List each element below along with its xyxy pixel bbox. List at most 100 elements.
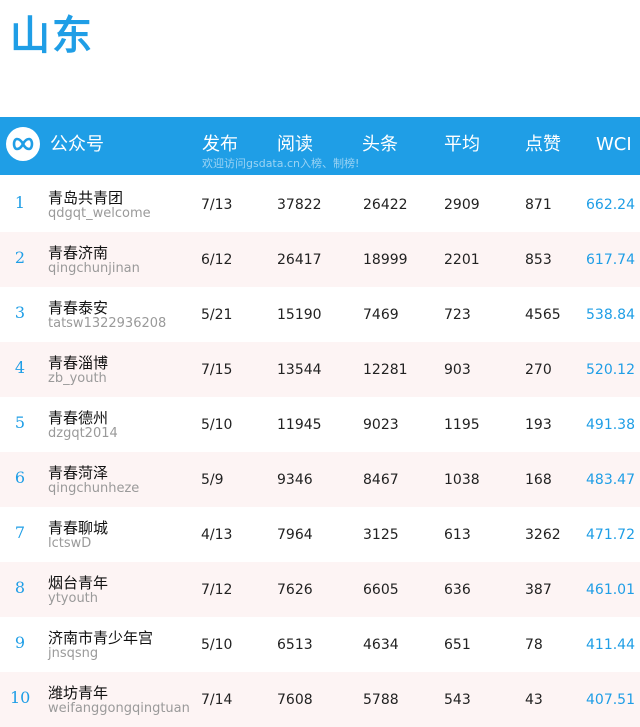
account-id: dzgqt2014 <box>48 426 118 441</box>
likes-count: 853 <box>525 252 552 268</box>
table-row: 8 烟台青年 ytyouth 7/12 7626 6605 636 387 461.01 <box>0 562 640 617</box>
average-count: 636 <box>444 582 471 598</box>
likes-count: 168 <box>525 472 552 488</box>
average-count: 1195 <box>444 417 480 433</box>
column-header-headline: 头条 <box>362 134 398 155</box>
likes-count: 78 <box>525 637 543 653</box>
headline-count: 5788 <box>363 692 399 708</box>
watermark-note: 欢迎访问gsdata.cn入榜、制榜! <box>202 157 360 170</box>
account-id: tatsw1322936208 <box>48 316 167 331</box>
reads-count: 37822 <box>277 197 322 213</box>
reads-count: 13544 <box>277 362 322 378</box>
average-count: 903 <box>444 362 471 378</box>
account-name: 青春济南 <box>48 244 109 262</box>
rank-number: 8 <box>14 578 26 597</box>
logo-icon <box>6 127 40 161</box>
rank-number: 3 <box>14 303 26 322</box>
headline-count: 4634 <box>363 637 399 653</box>
headline-count: 7469 <box>363 307 399 323</box>
account-name: 青春菏泽 <box>48 464 109 482</box>
account-id: qingchunjinan <box>48 261 140 276</box>
table-header: 公众号 发布 阅读 头条 平均 点赞 WCI 欢迎访问gsdata.cn入榜、制… <box>0 117 640 175</box>
page-title: 山东 <box>10 13 94 59</box>
likes-count: 193 <box>525 417 552 433</box>
account-id: jnsqsng <box>48 646 99 661</box>
table-row: 6 青春菏泽 qingchunheze 5/9 9346 8467 1038 168 483.4… <box>0 452 640 507</box>
publish-date: 5/9 <box>201 472 224 488</box>
account-name: 青春泰安 <box>48 299 109 317</box>
reads-count: 7964 <box>277 527 313 543</box>
rank-number: 4 <box>14 358 26 377</box>
column-header-publish: 发布 <box>202 134 238 155</box>
account-id: zb_youth <box>48 371 107 386</box>
wci-score: 461.01 <box>586 582 635 598</box>
account-name: 烟台青年 <box>48 574 109 592</box>
publish-date: 5/10 <box>201 637 233 653</box>
likes-count: 387 <box>525 582 552 598</box>
reads-count: 26417 <box>277 252 322 268</box>
wci-score: 491.38 <box>586 417 635 433</box>
headline-count: 26422 <box>363 197 408 213</box>
table-row: 2 青春济南 qingchunjinan 6/12 26417 18999 2201 853 6… <box>0 232 640 287</box>
rank-number: 9 <box>14 633 26 652</box>
likes-count: 3262 <box>525 527 561 543</box>
publish-date: 5/21 <box>201 307 233 323</box>
rank-number: 5 <box>14 413 26 432</box>
publish-date: 6/12 <box>201 252 233 268</box>
reads-count: 7608 <box>277 692 313 708</box>
account-id: qingchunheze <box>48 481 140 496</box>
average-count: 2201 <box>444 252 480 268</box>
account-id: lctswD <box>48 536 92 551</box>
publish-date: 7/13 <box>201 197 233 213</box>
account-id: ytyouth <box>48 591 99 606</box>
rank-number: 1 <box>14 193 26 212</box>
wci-score: 411.44 <box>586 637 635 653</box>
table-row: 10 潍坊青年 weifanggongqingtuan 7/14 7608 5788 543… <box>0 672 640 727</box>
average-count: 723 <box>444 307 471 323</box>
rank-number: 6 <box>14 468 26 487</box>
reads-count: 9346 <box>277 472 313 488</box>
account-name: 青春淄博 <box>48 354 109 372</box>
wci-score: 538.84 <box>586 307 635 323</box>
column-header-reads: 阅读 <box>277 134 313 155</box>
headline-count: 9023 <box>363 417 399 433</box>
average-count: 543 <box>444 692 471 708</box>
headline-count: 3125 <box>363 527 399 543</box>
account-name: 潍坊青年 <box>48 684 109 702</box>
table-row: 5 青春德州 dzgqt2014 5/10 11945 9023 1195 193 491.38 <box>0 397 640 452</box>
likes-count: 4565 <box>525 307 561 323</box>
publish-date: 5/10 <box>201 417 233 433</box>
publish-date: 7/12 <box>201 582 233 598</box>
likes-count: 43 <box>525 692 543 708</box>
wci-score: 471.72 <box>586 527 635 543</box>
table-row: 7 青春聊城 lctswD 4/13 7964 3125 613 3262 471.72 <box>0 507 640 562</box>
publish-date: 7/14 <box>201 692 233 708</box>
table-row: 4 青春淄博 zb_youth 7/15 13544 12281 903 270 520.12 <box>0 342 640 397</box>
column-header-account: 公众号 <box>50 134 104 155</box>
average-count: 2909 <box>444 197 480 213</box>
headline-count: 6605 <box>363 582 399 598</box>
publish-date: 7/15 <box>201 362 233 378</box>
wci-score: 662.24 <box>586 197 635 213</box>
table-row: 9 济南市青少年宫 jnsqsng 5/10 6513 4634 651 78 411.44 <box>0 617 640 672</box>
wci-score: 520.12 <box>586 362 635 378</box>
average-count: 1038 <box>444 472 480 488</box>
account-id: qdgqt_welcome <box>48 206 151 221</box>
wci-score: 483.47 <box>586 472 635 488</box>
column-header-average: 平均 <box>444 134 480 155</box>
headline-count: 18999 <box>363 252 408 268</box>
column-header-likes: 点赞 <box>525 134 561 155</box>
column-header-wci: WCI <box>596 134 632 155</box>
publish-date: 4/13 <box>201 527 233 543</box>
rank-number: 7 <box>14 523 26 542</box>
account-name: 青岛共青团 <box>48 189 124 207</box>
table-row: 3 青春泰安 tatsw1322936208 5/21 15190 7469 723 4565… <box>0 287 640 342</box>
account-id: weifanggongqingtuan <box>48 701 190 716</box>
account-name: 青春德州 <box>48 409 109 427</box>
rank-number: 2 <box>14 248 26 267</box>
likes-count: 270 <box>525 362 552 378</box>
wci-score: 407.51 <box>586 692 635 708</box>
average-count: 613 <box>444 527 471 543</box>
account-name: 济南市青少年宫 <box>48 629 154 647</box>
account-name: 青春聊城 <box>48 519 109 537</box>
